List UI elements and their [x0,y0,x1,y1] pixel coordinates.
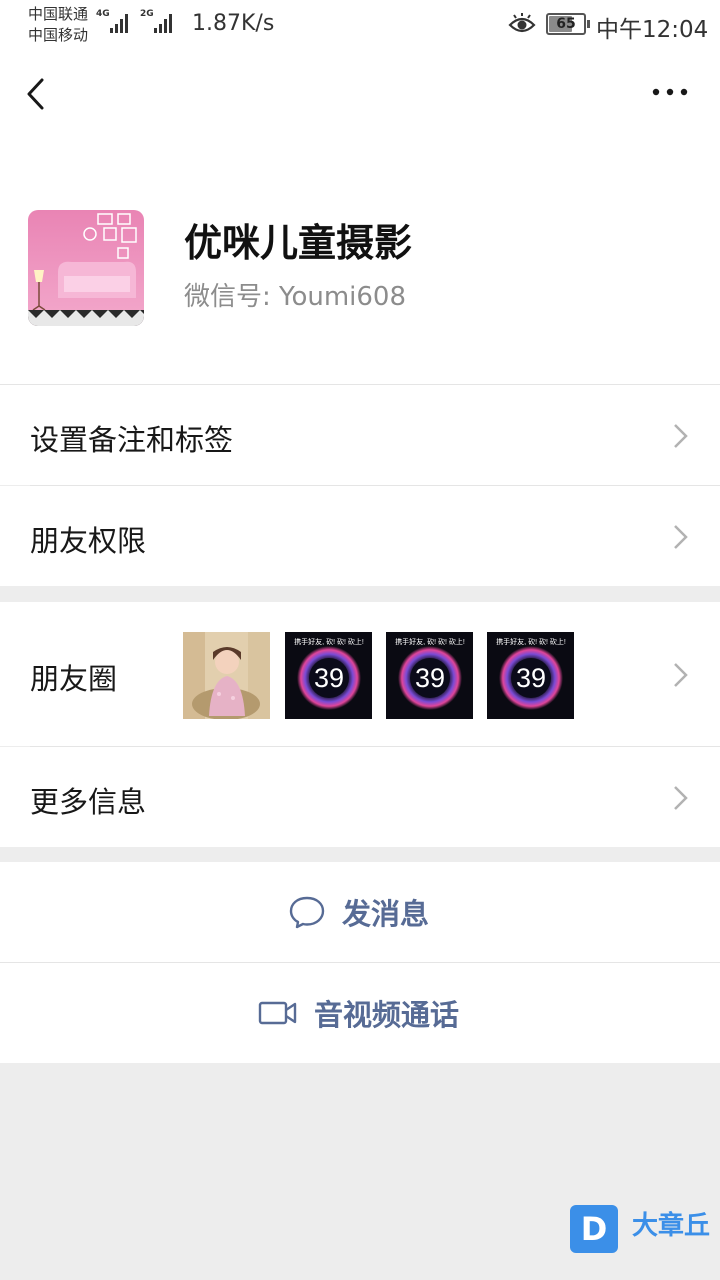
signal-2-tag: 2G [140,9,154,19]
chevron-right-icon [674,525,688,549]
row-more-info[interactable]: 更多信息 [0,747,720,847]
send-message-button[interactable]: 发消息 [0,862,720,962]
network-speed: 1.87K/s [192,11,275,36]
promo-headline: 携手好友, 砍! 砍! 砍上! [395,637,465,646]
promo-number: 39 [516,663,546,693]
moments-thumb-promo-2: 携手好友, 砍! 砍! 砍上! 39 [386,632,473,719]
row-moments-label: 朋友圈 [30,662,118,696]
avatar[interactable] [28,210,144,326]
row-moments[interactable]: 朋友圈 携手好友, 砍! 砍! 砍上! 39 携手好友, 砍! 砍! 砍上! 3… [0,602,720,746]
status-bar: 中国联通 中国移动 4G 2G 1.87K/s 65 中午12:04 [0,0,720,52]
promo-number: 39 [314,663,344,693]
back-icon[interactable] [22,74,52,114]
battery-level: 65 [556,16,576,32]
moments-thumb-promo-1: 携手好友, 砍! 砍! 砍上! 39 [285,632,372,719]
carrier-2: 中国移动 [28,26,89,44]
row-friend-permissions[interactable]: 朋友权限 [0,486,720,586]
row-friend-permissions-label: 朋友权限 [30,524,147,558]
signal-1-tag: 4G [96,9,110,19]
video-call-label: 音视频通话 [314,998,460,1032]
carrier-names: 中国联通 中国移动 [28,4,88,46]
row-remark-tags[interactable]: 设置备注和标签 [0,385,720,485]
nav-bar [0,52,720,172]
more-options-icon[interactable] [650,82,690,102]
watermark-logo-mark: D [570,1205,618,1253]
chat-bubble-icon [289,896,325,929]
promo-number: 39 [415,663,445,693]
row-more-info-label: 更多信息 [30,785,147,819]
clock: 中午12:04 [596,17,709,43]
chevron-right-icon [674,663,688,687]
watermark-text: 大章丘 [632,1211,711,1241]
watermark-logo: D 大章丘 [570,1205,715,1257]
send-message-label: 发消息 [342,897,430,931]
battery-icon: 65 [546,13,586,35]
chevron-right-icon [674,424,688,448]
video-call-button[interactable]: 音视频通话 [0,963,720,1063]
carrier-1: 中国联通 [28,5,89,23]
row-remark-tags-label: 设置备注和标签 [30,423,234,457]
battery-nub [587,20,590,28]
contact-name: 优咪儿童摄影 [184,221,413,265]
promo-headline: 携手好友, 砍! 砍! 砍上! [294,637,364,646]
video-camera-icon [258,1001,297,1025]
moments-thumb-photo [183,632,270,719]
wechat-id: 微信号: Youmi608 [184,282,407,312]
profile-header: 优咪儿童摄影 微信号: Youmi608 [0,172,720,384]
moments-thumb-promo-3: 携手好友, 砍! 砍! 砍上! 39 [487,632,574,719]
promo-headline: 携手好友, 砍! 砍! 砍上! [496,637,566,646]
eye-comfort-icon [508,13,536,33]
chevron-right-icon [674,786,688,810]
